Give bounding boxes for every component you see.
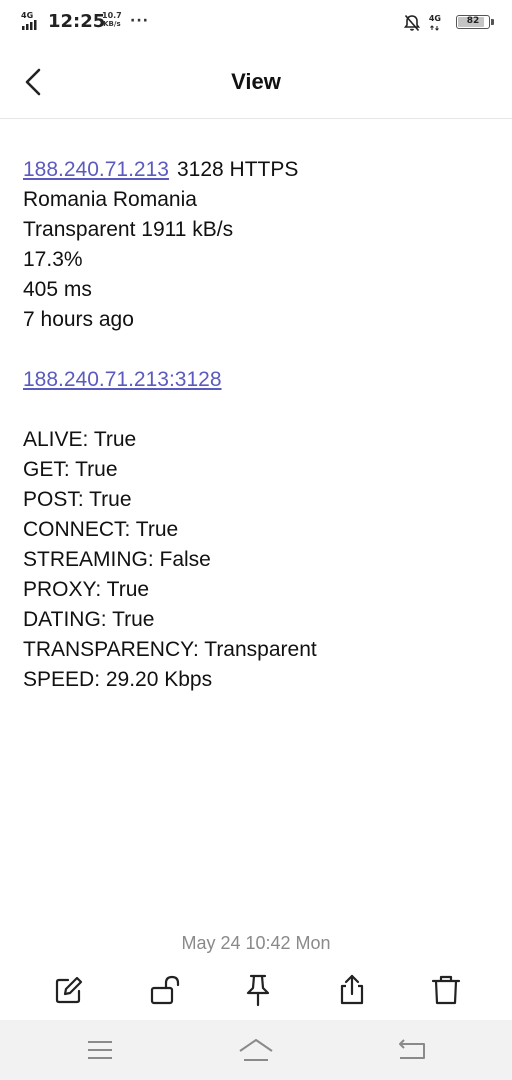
ip-line: 188.240.71.213 3128 HTTPS [23,155,493,185]
speed-value: 10.7 [102,11,122,20]
location: Romania Romania [23,188,197,211]
note-content: 188.240.71.213 3128 HTTPS Romania Romania… [23,155,493,695]
status-bar: 4G 12:25 10.7 KB/s ··· 4G 82 [0,0,512,44]
share-icon [340,974,364,1005]
page-title: View [231,69,281,94]
mute-icon [403,14,421,32]
share-button[interactable] [334,972,370,1008]
check-streaming: STREAMING: False [23,548,211,571]
back-nav-button[interactable] [392,1034,432,1066]
pin-icon [246,974,270,1007]
note-toolbar [0,966,512,1016]
speed-unit: KB/s [103,20,121,28]
check-transparency: TRANSPARENCY: Transparent [23,638,317,661]
unlock-button[interactable] [148,972,184,1008]
unlock-icon [150,975,180,1005]
last-checked: 7 hours ago [23,308,134,331]
data-arrows-icon [430,25,439,31]
clock: 12:25 [48,11,106,32]
pin-button[interactable] [240,972,276,1008]
latency: 405 ms [23,278,92,301]
check-dating: DATING: True [23,608,155,631]
port-type: 3128 HTTPS [176,158,299,181]
battery-tip [491,19,494,25]
battery-level: 82 [466,16,480,26]
delete-button[interactable] [428,972,464,1008]
home-icon [239,1039,273,1061]
check-connect: CONNECT: True [23,518,179,541]
check-proxy: PROXY: True [23,578,150,601]
system-nav-bar [0,1020,512,1080]
menu-icon [88,1041,112,1059]
address-link[interactable]: 188.240.71.213:3128 [23,368,222,391]
header: View [0,44,512,119]
address-line: 188.240.71.213:3128 [23,365,493,395]
check-speed: SPEED: 29.20 Kbps [23,668,213,691]
battery-icon: 82 [456,15,490,29]
edit-button[interactable] [51,972,87,1008]
ip-link[interactable]: 188.240.71.213 [23,158,169,181]
signal-icon: 4G [21,12,39,32]
delete-icon [431,975,461,1005]
more-notifications-icon: ··· [130,13,149,29]
back-nav-icon [399,1039,425,1059]
status-right: 4G 82 [372,12,494,34]
edit-icon [55,976,83,1004]
note-date: May 24 10:42 Mon [181,933,331,953]
check-post: POST: True [23,488,132,511]
check-alive: ALIVE: True [23,428,137,451]
check-get: GET: True [23,458,118,481]
network-speed: 10.7 KB/s [102,11,122,29]
uptime: 17.3% [23,248,83,271]
network-type-right: 4G [428,14,441,23]
anonymity-speed: Transparent 1911 kB/s [23,218,234,241]
menu-button[interactable] [80,1034,120,1066]
screen: 4G 12:25 10.7 KB/s ··· 4G 82 View 188.24… [0,0,512,1080]
home-button[interactable] [236,1034,276,1066]
